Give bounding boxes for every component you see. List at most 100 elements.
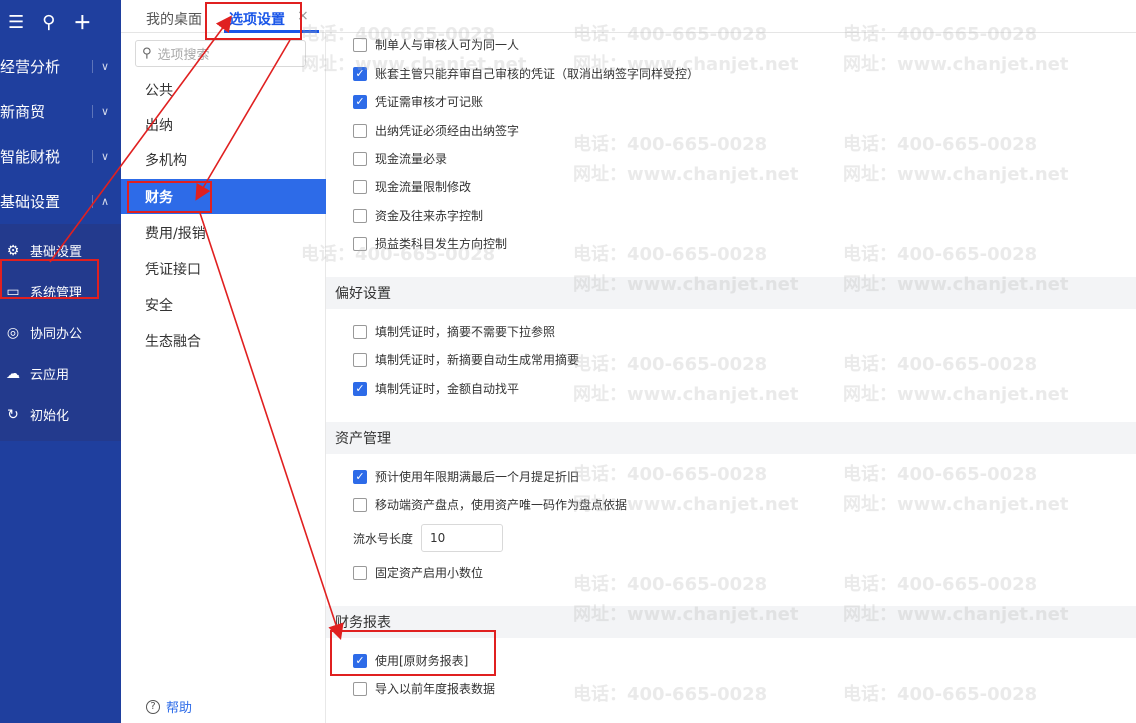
option-category-expense[interactable]: 费用/报销	[121, 215, 326, 250]
option-category-security[interactable]: 安全	[121, 287, 326, 322]
checkbox-checked[interactable]: ✓	[353, 94, 367, 109]
setting-label: 预计使用年限期满最后一个月提足折旧	[375, 470, 580, 484]
checkbox[interactable]	[353, 681, 367, 696]
sidebar-item-initialize[interactable]: ↻ 初始化	[0, 394, 121, 435]
setting-row-use-old-report[interactable]: ✓ 使用[原财务报表]	[353, 652, 468, 669]
option-category-voucher-interface[interactable]: 凭证接口	[121, 251, 326, 286]
sidebar-item-label: 基础设置	[30, 245, 83, 260]
checkbox-checked[interactable]: ✓	[353, 66, 367, 81]
serial-length-label: 流水号长度	[353, 531, 414, 546]
nav-group-business-analysis[interactable]: 经营分析 ∨	[0, 44, 121, 89]
setting-row[interactable]: ✓ 凭证需审核才可记账	[353, 93, 483, 110]
checkbox[interactable]	[353, 236, 367, 251]
main-sidebar: ☰ ⚲ ＋ 经营分析 ∨ 新商贸 ∨ 智能财税 ∨ 基础设置 ∧ ⚙ 基础设置 …	[0, 0, 121, 723]
setting-label: 使用[原财务报表]	[375, 654, 469, 668]
sidebar-item-label: 系统管理	[30, 286, 83, 301]
sidebar-toolbar: ☰ ⚲ ＋	[0, 0, 121, 44]
setting-row[interactable]: 固定资产启用小数位	[353, 564, 483, 581]
setting-label: 填制凭证时，金额自动找平	[375, 382, 520, 396]
sidebar-item-collaboration[interactable]: ◎ 协同办公	[0, 312, 121, 353]
setting-row[interactable]: 填制凭证时，新摘要自动生成常用摘要	[353, 351, 579, 368]
setting-label: 填制凭证时，摘要不需要下拉参照	[375, 325, 556, 339]
setting-label: 填制凭证时，新摘要自动生成常用摘要	[375, 353, 580, 367]
chevron-down-icon: ∨	[91, 150, 109, 163]
nav-group-smart-tax[interactable]: 智能财税 ∨	[0, 134, 121, 179]
search-icon[interactable]: ⚲	[42, 12, 55, 33]
basic-settings-submenu: ⚙ 基础设置 ▭ 系统管理 ◎ 协同办公 ☁ 云应用 ↻ 初始化	[0, 224, 121, 441]
options-category-menu: ⚲ 选项搜索 公共 出纳 多机构 财务 费用/报销 凭证接口 安全 生态融合 ?…	[121, 33, 326, 723]
cloud-icon: ☁	[6, 365, 20, 382]
tab-my-desktop[interactable]: 我的桌面	[146, 9, 202, 29]
reset-icon: ↻	[7, 406, 19, 423]
checkbox-checked[interactable]: ✓	[353, 653, 367, 668]
option-category-ecosystem[interactable]: 生态融合	[121, 323, 326, 358]
nav-group-label: 基础设置	[0, 193, 61, 211]
checkbox[interactable]	[353, 208, 367, 223]
setting-label: 凭证需审核才可记账	[375, 95, 484, 109]
nav-group-label: 智能财税	[0, 148, 61, 166]
setting-row[interactable]: 现金流量限制修改	[353, 178, 471, 195]
option-category-cashier[interactable]: 出纳	[121, 107, 326, 142]
setting-label: 移动端资产盘点，使用资产唯一码作为盘点依据	[375, 498, 628, 512]
section-header-asset-management: 资产管理	[326, 422, 1136, 454]
setting-label: 现金流量必录	[375, 152, 448, 166]
checkbox-checked[interactable]: ✓	[353, 381, 367, 396]
setting-row[interactable]: 填制凭证时，摘要不需要下拉参照	[353, 323, 555, 340]
option-search-input[interactable]: ⚲ 选项搜索	[135, 40, 306, 67]
serial-length-input[interactable]: 10	[421, 524, 504, 552]
setting-row[interactable]: 现金流量必录	[353, 150, 447, 167]
setting-label: 出纳凭证必须经由出纳签字	[375, 124, 520, 138]
checkbox[interactable]	[353, 151, 367, 166]
option-category-public[interactable]: 公共	[121, 72, 326, 107]
checkbox[interactable]	[353, 497, 367, 512]
checkbox[interactable]	[353, 123, 367, 138]
tab-option-settings[interactable]: 选项设置	[229, 9, 285, 29]
menu-icon[interactable]: ☰	[8, 12, 24, 33]
setting-row[interactable]: 损益类科目发生方向控制	[353, 235, 507, 252]
setting-row[interactable]: ✓ 预计使用年限期满最后一个月提足折旧	[353, 468, 579, 485]
gear-icon: ⚙	[6, 242, 20, 259]
setting-row[interactable]: 导入以前年度报表数据	[353, 680, 495, 697]
nav-group-basic-settings[interactable]: 基础设置 ∧	[0, 179, 121, 224]
checkbox-checked[interactable]: ✓	[353, 469, 367, 484]
sidebar-item-label: 云应用	[30, 368, 70, 383]
nav-group-label: 新商贸	[0, 103, 46, 121]
monitor-icon: ▭	[6, 283, 20, 300]
help-icon: ?	[146, 699, 160, 714]
finance-settings-panel: 制单人与审核人可为同一人 ✓ 账套主管只能弃审自己审核的凭证（取消出纳签字同样受…	[326, 33, 1136, 723]
tab-bar: 我的桌面 选项设置 ×	[121, 0, 1136, 33]
setting-label: 固定资产启用小数位	[375, 566, 484, 580]
plus-icon[interactable]: ＋	[73, 9, 91, 35]
checkbox[interactable]	[353, 565, 367, 580]
checkbox[interactable]	[353, 352, 367, 367]
nav-group-new-trade[interactable]: 新商贸 ∨	[0, 89, 121, 134]
setting-row[interactable]: 出纳凭证必须经由出纳签字	[353, 122, 519, 139]
option-category-multi-org[interactable]: 多机构	[121, 142, 326, 177]
setting-row[interactable]: ✓ 账套主管只能弃审自己审核的凭证（取消出纳签字同样受控）	[353, 65, 699, 82]
setting-row[interactable]: ✓ 填制凭证时，金额自动找平	[353, 380, 519, 397]
chevron-down-icon: ∨	[91, 60, 109, 73]
checkbox[interactable]	[353, 37, 367, 52]
sidebar-item-label: 初始化	[30, 409, 70, 424]
setting-label: 导入以前年度报表数据	[375, 682, 496, 696]
setting-row[interactable]: 制单人与审核人可为同一人	[353, 36, 519, 53]
section-header-financial-reports: 财务报表	[326, 606, 1136, 638]
close-icon[interactable]: ×	[297, 8, 309, 24]
sidebar-item-label: 协同办公	[30, 327, 83, 342]
sidebar-item-basic-settings[interactable]: ⚙ 基础设置	[0, 230, 121, 271]
checkbox[interactable]	[353, 324, 367, 339]
search-placeholder: 选项搜索	[157, 48, 210, 63]
option-category-finance[interactable]: 财务	[121, 179, 326, 214]
setting-row[interactable]: 移动端资产盘点，使用资产唯一码作为盘点依据	[353, 496, 627, 513]
nav-group-label: 经营分析	[0, 58, 61, 76]
sidebar-item-cloud-apps[interactable]: ☁ 云应用	[0, 353, 121, 394]
help-link[interactable]: ? 帮助	[146, 697, 192, 716]
collab-icon: ◎	[6, 324, 20, 341]
setting-label: 制单人与审核人可为同一人	[375, 38, 520, 52]
chevron-up-icon: ∧	[91, 195, 109, 208]
search-icon: ⚲	[142, 46, 152, 61]
sidebar-item-system-management[interactable]: ▭ 系统管理	[0, 271, 121, 312]
setting-label: 资金及往来赤字控制	[375, 209, 484, 223]
checkbox[interactable]	[353, 179, 367, 194]
setting-row[interactable]: 资金及往来赤字控制	[353, 207, 483, 224]
